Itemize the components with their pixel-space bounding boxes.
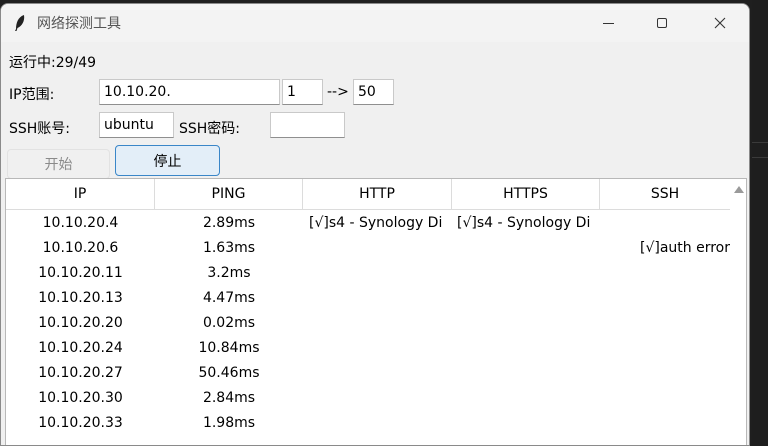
cell-http bbox=[303, 261, 452, 286]
maximize-icon bbox=[657, 18, 667, 28]
vertical-scrollbar[interactable] bbox=[730, 179, 746, 445]
app-window: 网络探测工具 运行中:29/49 IP范围: --> SSH账号: SSH密码:… bbox=[0, 3, 750, 446]
cell-https: [√]s4 - Synology Di bbox=[457, 215, 591, 231]
cell-ping: 2.84ms bbox=[202, 390, 256, 406]
ssh-user-input[interactable] bbox=[99, 112, 174, 138]
cell-https bbox=[452, 261, 600, 286]
start-button[interactable]: 开始 bbox=[7, 149, 110, 179]
background-divider bbox=[752, 142, 768, 143]
cell-ssh bbox=[600, 286, 730, 311]
background-editor-area bbox=[752, 0, 768, 446]
cell-http: [√]s4 - Synology Di bbox=[309, 215, 443, 231]
cell-ssh: [√]auth error bbox=[639, 240, 730, 256]
status-label: 运行中:29/49 bbox=[9, 55, 97, 71]
cell-http bbox=[303, 236, 452, 261]
table-row[interactable]: 10.10.20.33 1.98ms bbox=[6, 411, 730, 436]
cell-ip: 10.10.20.13 bbox=[38, 290, 123, 306]
minimize-button[interactable] bbox=[585, 4, 631, 42]
table-row[interactable]: 10.10.20.6 1.63ms [√]auth error bbox=[6, 236, 730, 261]
cell-ssh bbox=[600, 361, 730, 386]
column-header-ping[interactable]: PING bbox=[155, 179, 303, 209]
cell-https bbox=[452, 286, 600, 311]
ssh-password-label: SSH密码: bbox=[179, 121, 241, 137]
cell-ip: 10.10.20.27 bbox=[38, 365, 123, 381]
close-button[interactable] bbox=[697, 4, 743, 42]
scroll-up-arrow-icon[interactable] bbox=[734, 186, 744, 193]
table-row[interactable]: 10.10.20.13 4.47ms bbox=[6, 286, 730, 311]
cell-http bbox=[303, 386, 452, 411]
cell-https bbox=[452, 386, 600, 411]
column-header-ssh[interactable]: SSH bbox=[600, 179, 730, 209]
cell-ip: 10.10.20.20 bbox=[38, 315, 123, 331]
table-row[interactable]: 10.10.20.24 10.84ms bbox=[6, 336, 730, 361]
ip-start-input[interactable] bbox=[282, 79, 323, 105]
ip-prefix-input[interactable] bbox=[99, 79, 280, 105]
table-row[interactable]: 10.10.20.11 3.2ms bbox=[6, 261, 730, 286]
window-title: 网络探测工具 bbox=[37, 16, 121, 32]
table-row[interactable]: 10.10.20.30 2.84ms bbox=[6, 386, 730, 411]
cell-ip: 10.10.20.6 bbox=[42, 240, 119, 256]
ip-end-input[interactable] bbox=[353, 79, 394, 105]
cell-https bbox=[452, 236, 600, 261]
cell-ip: 10.10.20.30 bbox=[38, 390, 123, 406]
cell-ping: 1.98ms bbox=[202, 415, 256, 431]
ssh-user-label: SSH账号: bbox=[9, 121, 71, 137]
title-bar[interactable]: 网络探测工具 bbox=[1, 4, 749, 42]
cell-ping: 2.89ms bbox=[202, 215, 256, 231]
background-divider bbox=[752, 157, 768, 158]
close-icon bbox=[714, 17, 726, 29]
cell-https bbox=[452, 361, 600, 386]
cell-ssh bbox=[600, 261, 730, 286]
cell-ip: 10.10.20.33 bbox=[38, 415, 123, 431]
stop-button[interactable]: 停止 bbox=[115, 145, 220, 176]
cell-ping: 3.2ms bbox=[207, 265, 251, 281]
cell-ip: 10.10.20.24 bbox=[38, 340, 123, 356]
table-row[interactable]: 10.10.20.4 2.89ms [√]s4 - Synology Di [√… bbox=[6, 211, 730, 236]
cell-ping: 10.84ms bbox=[198, 340, 260, 356]
table-row[interactable]: 10.10.20.20 0.02ms bbox=[6, 311, 730, 336]
cell-ssh bbox=[600, 411, 730, 436]
cell-ping: 1.63ms bbox=[202, 240, 256, 256]
cell-ssh bbox=[600, 311, 730, 336]
cell-ip: 10.10.20.11 bbox=[38, 265, 123, 281]
cell-https bbox=[452, 336, 600, 361]
cell-http bbox=[303, 411, 452, 436]
table-header: IP PING HTTP HTTPS SSH bbox=[6, 179, 730, 210]
cell-http bbox=[303, 361, 452, 386]
minimize-icon bbox=[602, 22, 614, 24]
ssh-password-input[interactable] bbox=[270, 112, 345, 138]
cell-ssh bbox=[600, 386, 730, 411]
column-header-https[interactable]: HTTPS bbox=[452, 179, 600, 209]
cell-ping: 0.02ms bbox=[202, 315, 256, 331]
maximize-button[interactable] bbox=[639, 4, 685, 42]
cell-ip: 10.10.20.4 bbox=[42, 215, 119, 231]
column-header-ip[interactable]: IP bbox=[6, 179, 155, 209]
cell-https bbox=[452, 411, 600, 436]
cell-ping: 4.47ms bbox=[202, 290, 256, 306]
column-header-http[interactable]: HTTP bbox=[303, 179, 452, 209]
cell-http bbox=[303, 336, 452, 361]
range-arrow-label: --> bbox=[327, 84, 349, 100]
cell-http bbox=[303, 286, 452, 311]
cell-http bbox=[303, 311, 452, 336]
table-row[interactable]: 10.10.20.27 50.46ms bbox=[6, 361, 730, 386]
results-table[interactable]: IP PING HTTP HTTPS SSH 10.10.20.4 2.89ms… bbox=[5, 178, 747, 445]
cell-ssh bbox=[600, 211, 730, 236]
ip-range-label: IP范围: bbox=[9, 87, 55, 103]
feather-icon bbox=[15, 15, 25, 31]
cell-ssh bbox=[600, 336, 730, 361]
cell-ping: 50.46ms bbox=[198, 365, 260, 381]
cell-https bbox=[452, 311, 600, 336]
